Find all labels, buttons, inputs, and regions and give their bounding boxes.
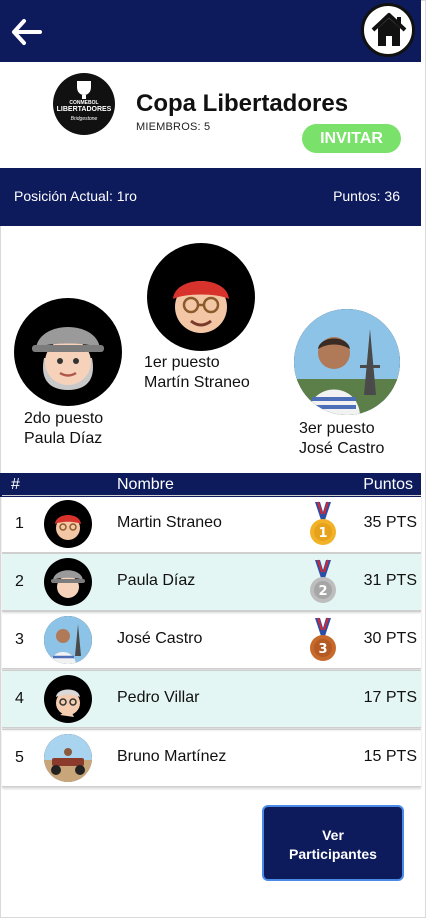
back-button[interactable]: [10, 18, 44, 46]
top-bar: [0, 0, 421, 62]
row-rank: 3: [15, 631, 24, 648]
table-row[interactable]: 3 José Castro 3 30 PTS: [2, 611, 421, 669]
avatar: [44, 500, 92, 548]
row-points: 31 PTS: [363, 572, 417, 589]
current-position: Posición Actual: 1ro: [14, 188, 137, 204]
arrow-left-icon: [12, 19, 42, 45]
home-button[interactable]: [361, 3, 415, 57]
stats-bar: Posición Actual: 1ro Puntos: 36: [0, 168, 421, 226]
home-icon: [371, 13, 407, 46]
logo-line3: Bridgestone: [70, 116, 98, 122]
table-row[interactable]: 1 Martin Straneo 1 35 PTS: [2, 495, 421, 553]
table-row[interactable]: 2 Paula Díaz 2 31 PTS: [2, 553, 421, 611]
table-row[interactable]: 4 Pedro Villar 17 PTS: [2, 670, 421, 728]
header-rank: #: [11, 476, 20, 493]
podium-second-place: 2do puesto: [24, 410, 104, 427]
row-name: Paula Díaz: [117, 572, 196, 589]
avatar: [44, 675, 92, 723]
view-participants-line1: Ver: [322, 827, 344, 843]
view-participants-line2: Participantes: [289, 846, 377, 862]
avatar: [44, 734, 92, 782]
header-points: Puntos: [363, 476, 413, 493]
view-participants-button[interactable]: Ver Participantes: [262, 805, 404, 881]
bronze-medal-icon: 3: [306, 616, 340, 664]
podium-first-name: Martín Straneo: [144, 374, 250, 391]
row-points: 30 PTS: [363, 630, 417, 647]
row-name: Pedro Villar: [117, 689, 200, 706]
row-name: José Castro: [117, 630, 203, 647]
medal-number: 1: [318, 526, 327, 541]
avatar: [44, 616, 92, 664]
row-points: 15 PTS: [363, 748, 417, 765]
ranking-table-header: # Nombre Puntos: [0, 473, 421, 497]
members-count: MIEMBROS: 5: [136, 121, 211, 133]
medal-number: 2: [318, 584, 327, 599]
header-name: Nombre: [117, 476, 174, 493]
medal-number: 3: [318, 642, 327, 657]
podium-first-avatar[interactable]: [147, 243, 255, 351]
podium-second-label: 2do puesto Paula Díaz: [24, 409, 103, 449]
tournament-logo: CONMEBOL LIBERTADORES Bridgestone: [53, 73, 115, 135]
podium-third-avatar[interactable]: [294, 309, 400, 415]
row-rank: 2: [15, 573, 24, 590]
row-points: 17 PTS: [363, 689, 417, 706]
podium-third-label: 3er puesto José Castro: [299, 419, 384, 459]
table-row[interactable]: 5 Bruno Martínez 15 PTS: [2, 729, 421, 787]
row-points: 35 PTS: [363, 514, 417, 531]
row-rank: 1: [15, 515, 24, 532]
podium-second-avatar[interactable]: [14, 298, 122, 406]
row-name: Bruno Martínez: [117, 748, 227, 765]
podium-first-label: 1er puesto Martín Straneo: [144, 353, 250, 393]
silver-medal-icon: 2: [306, 558, 340, 606]
podium-third-place: 3er puesto: [299, 420, 375, 437]
logo-line2: LIBERTADORES: [56, 106, 112, 113]
podium-second-name: Paula Díaz: [24, 430, 103, 447]
row-name: Martin Straneo: [117, 514, 222, 531]
podium-first-place: 1er puesto: [144, 354, 220, 371]
avatar: [44, 558, 92, 606]
row-rank: 5: [15, 749, 24, 766]
row-rank: 4: [15, 690, 24, 707]
gold-medal-icon: 1: [306, 500, 340, 548]
current-points: Puntos: 36: [333, 188, 400, 204]
invite-button[interactable]: INVITAR: [302, 124, 401, 153]
group-name: Copa Libertadores: [136, 90, 349, 117]
podium-third-name: José Castro: [299, 440, 385, 457]
